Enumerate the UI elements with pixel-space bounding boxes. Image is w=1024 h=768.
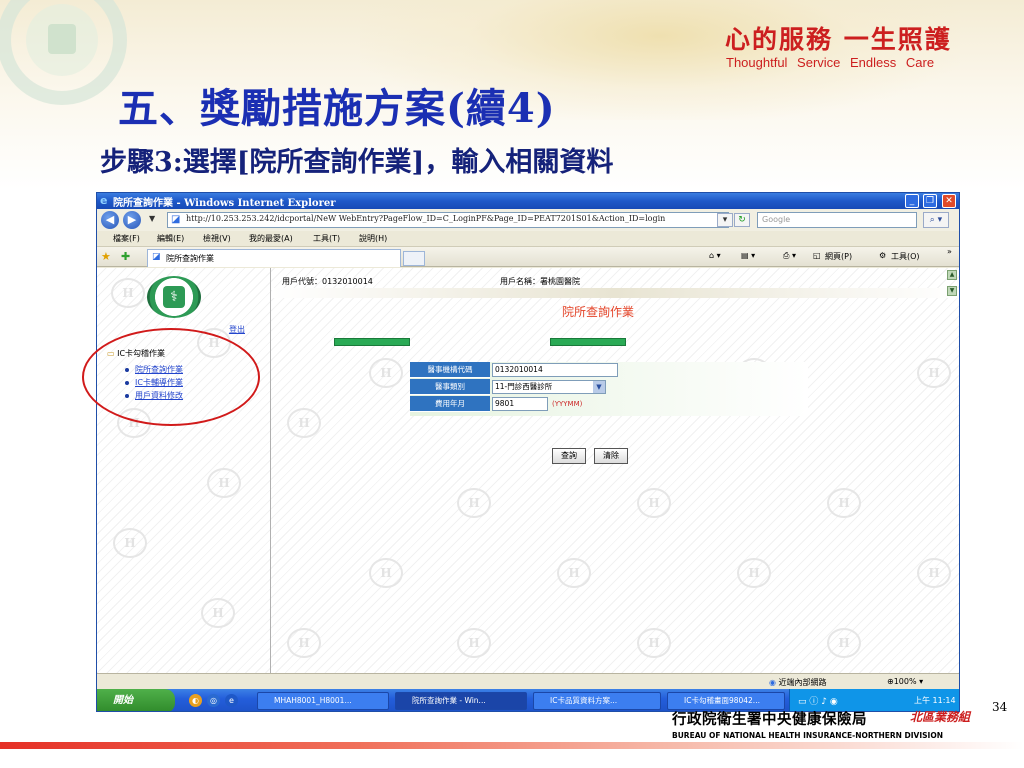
date-format-hint: (YYYMM): [552, 400, 583, 408]
tab-current[interactable]: ◪ 院所查詢作業: [147, 249, 401, 267]
slogan-chinese: 心的服務 一生照護: [725, 25, 952, 54]
url-text: http://10.253.253.242/idcportal/NeW WebE…: [186, 214, 666, 223]
nhi-logo-watermark: [0, 0, 127, 105]
user-code: 用戶代號：0132010014: [282, 277, 373, 286]
quicklaunch-icon[interactable]: ◎: [207, 694, 220, 707]
page-viewport: H H H H H H H H H H H H H H H H H H H H …: [97, 268, 959, 673]
footer-division: 北區業務組: [910, 710, 971, 724]
url-field[interactable]: ◪ http://10.253.253.242/idcportal/NeW We…: [167, 212, 729, 228]
menu-edit[interactable]: 編輯(E): [157, 233, 184, 244]
nav-history-dropdown-icon[interactable]: ▼: [149, 214, 155, 223]
highlight-oval: [82, 328, 260, 426]
content-frame: 用戶代號：0132010014 用戶名稱：署桃園醫院 院所查詢作業 醫事機構代碼…: [272, 268, 959, 673]
page-icon: ◪: [171, 214, 181, 225]
decorative-bar-left: [334, 338, 410, 346]
label-fee-month: 費用年月: [410, 396, 490, 412]
quicklaunch-icon[interactable]: ◐: [189, 694, 202, 707]
slogan-english: Thoughtful Service Endless Care: [726, 55, 935, 70]
page-menu[interactable]: 網頁(P): [825, 251, 852, 262]
tab-label: 院所查詢作業: [166, 254, 214, 263]
slide-subtitle: 步驟3:選擇[院所查詢作業]，輸入相關資料: [100, 140, 613, 179]
scroll-up-button[interactable]: ▲: [947, 270, 957, 280]
close-button[interactable]: ✕: [942, 194, 956, 208]
chevron-more-icon[interactable]: »: [947, 247, 952, 256]
institution-code-field[interactable]: 0132010014: [492, 363, 618, 377]
fee-month-field[interactable]: 9801: [492, 397, 548, 411]
page-menu-icon: ◱: [813, 251, 821, 260]
forward-button[interactable]: ▶: [123, 211, 141, 229]
tray-icons[interactable]: ▭ ⓘ ♪ ◉: [798, 694, 838, 707]
maximize-button[interactable]: ❐: [923, 194, 937, 208]
query-form: 醫事機構代碼 0132010014 醫事類別 11-門診西醫診所 ▼ 費用年月 9…: [410, 362, 808, 416]
back-button[interactable]: ◀: [101, 211, 119, 229]
nhi-logo: ⚕: [147, 276, 201, 318]
taskbar-item[interactable]: MHAH8001_H8001...: [257, 692, 389, 710]
tools-menu[interactable]: 工具(O): [891, 251, 920, 262]
home-icon[interactable]: ⌂ ▾: [709, 251, 721, 260]
search-input[interactable]: Google: [757, 212, 917, 228]
chevron-down-icon: ▼: [593, 381, 605, 393]
refresh-icon[interactable]: ↻: [734, 213, 750, 227]
medical-category-value: 11-門診西醫診所: [495, 382, 553, 391]
ie-icon[interactable]: e: [225, 694, 238, 707]
favorites-star-icon[interactable]: ★: [101, 250, 111, 263]
nhi-logo-mark: ⚕: [163, 286, 185, 308]
menu-view[interactable]: 檢視(V): [203, 233, 231, 244]
add-favorites-icon[interactable]: ✚: [121, 250, 130, 263]
tab-page-icon: ◪: [152, 252, 161, 262]
browser-window: e 院所查詢作業 - Windows Internet Explorer _ ❐…: [96, 192, 960, 712]
menu-bar: 檔案(F) 編輯(E) 檢視(V) 我的最愛(A) 工具(T) 說明(H): [97, 231, 959, 247]
zoom-level[interactable]: ⊕100% ▾: [887, 677, 923, 686]
title-bar: e 院所查詢作業 - Windows Internet Explorer _ ❐…: [97, 193, 959, 209]
form-title: 院所查詢作業: [562, 305, 635, 319]
search-icon[interactable]: ⌕ ▾: [923, 212, 949, 228]
slide-title: 五、獎勵措施方案(續4): [118, 85, 556, 132]
ie-icon: e: [100, 194, 108, 207]
tools-gear-icon: ⚙: [879, 251, 887, 260]
clear-button[interactable]: 清除: [594, 448, 628, 464]
zoom-icon: ⊕: [887, 677, 894, 686]
network-icon: ◉: [769, 678, 776, 687]
user-name: 用戶名稱：署桃園醫院: [500, 277, 580, 286]
security-zone: ◉ 近端內部網路: [769, 677, 827, 688]
scroll-down-button[interactable]: ▼: [947, 286, 957, 296]
taskbar-item-active[interactable]: 院所查詢作業 - Win...: [395, 692, 527, 710]
window-title: 院所查詢作業 - Windows Internet Explorer: [113, 198, 336, 209]
clock: 上午 11:14: [914, 696, 956, 705]
tab-bar: ★ ✚ ◪ 院所查詢作業 ⌂ ▾ ▤ ▾ ⎙ ▾ ◱ 網頁(P) ⚙ 工具(O)…: [97, 247, 959, 267]
status-bar: ◉ 近端內部網路 ⊕100% ▾: [97, 673, 959, 689]
print-icon[interactable]: ⎙ ▾: [783, 251, 796, 261]
subtitle-text: 選擇[院所查詢作業]，輸入相關資料: [182, 147, 614, 178]
minimize-button[interactable]: _: [905, 194, 919, 208]
menu-file[interactable]: 檔案(F): [113, 233, 140, 244]
medical-category-select[interactable]: 11-門診西醫診所 ▼: [492, 380, 606, 394]
feeds-icon[interactable]: ▤ ▾: [741, 251, 755, 260]
start-button[interactable]: 開始: [97, 689, 175, 711]
subtitle-step: 步驟3:: [100, 147, 183, 178]
taskbar-item[interactable]: IC卡品質資料方案...: [533, 692, 661, 710]
label-institution-code: 醫事機構代碼: [410, 362, 490, 378]
new-tab-button[interactable]: [403, 251, 425, 266]
security-zone-label: 近端內部網路: [778, 678, 827, 687]
bottom-stripe: [0, 742, 1024, 749]
page-number: 34: [992, 700, 1008, 714]
logout-link[interactable]: 登出: [229, 324, 245, 335]
menu-help[interactable]: 說明(H): [359, 233, 387, 244]
zoom-value: 100%: [893, 677, 917, 686]
address-bar: ◀ ▶ ▼ ◪ http://10.253.253.242/idcportal/…: [97, 209, 959, 231]
label-medical-category: 醫事類別: [410, 379, 490, 395]
url-dropdown-icon[interactable]: ▾: [717, 213, 733, 227]
search-placeholder: Google: [762, 215, 791, 224]
header-band: [272, 288, 959, 298]
decorative-bar-right: [550, 338, 626, 346]
footer-agency: 行政院衛生署中央健康保險局: [672, 712, 867, 728]
footer-english: BUREAU OF NATIONAL HEALTH INSURANCE-NORT…: [672, 731, 943, 740]
menu-favorites[interactable]: 我的最愛(A): [249, 233, 293, 244]
menu-tools[interactable]: 工具(T): [313, 233, 340, 244]
query-button[interactable]: 查詢: [552, 448, 586, 464]
